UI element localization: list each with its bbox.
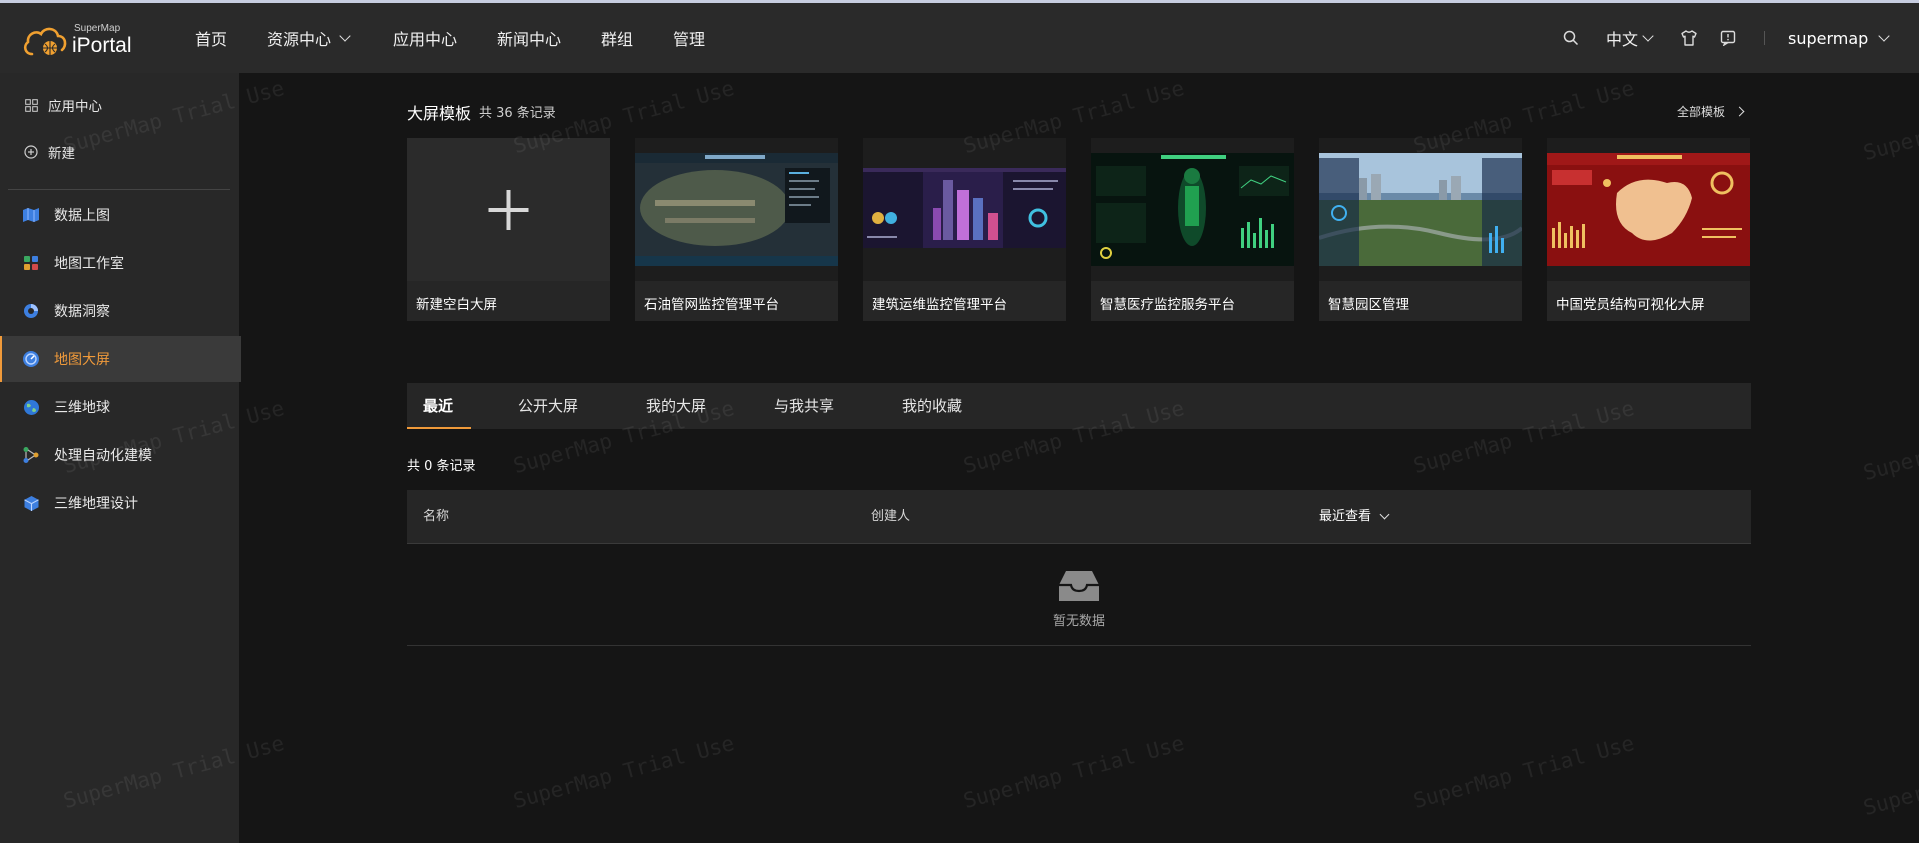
language-label: 中文 — [1606, 30, 1639, 49]
chevron-right-icon — [1734, 106, 1745, 117]
header-divider — [1764, 31, 1765, 45]
nav-app-center[interactable]: 应用中心 — [393, 26, 457, 50]
logo[interactable]: SuperMap iPortal — [22, 21, 142, 61]
sidebar: 应用中心 新建 数据上图 地图工作室 数据洞察 地图大屏 三维地球 处理自动化建… — [0, 73, 241, 843]
pie-chart-icon — [22, 302, 40, 320]
active-tab-indicator — [407, 427, 471, 429]
sidebar-item-label: 处理自动化建模 — [54, 448, 152, 464]
username-label: supermap — [1788, 28, 1869, 48]
sidebar-item-automation-modeling[interactable]: 处理自动化建模 — [0, 432, 239, 478]
main-content: 大屏模板 共 36 条记录 全部模板 新建空白大屏 石油管网监控管理平台 建筑运… — [239, 73, 1919, 843]
chevron-down-icon — [1878, 30, 1890, 42]
template-thumbnail — [863, 138, 1066, 281]
user-menu[interactable]: supermap — [1788, 3, 1890, 73]
nav-admin[interactable]: 管理 — [673, 26, 705, 50]
template-card-medical[interactable]: 智慧医疗监控服务平台 — [1091, 138, 1294, 321]
nav-resource-center[interactable]: 资源中心 — [267, 26, 351, 50]
tab-public-dashboards[interactable]: 公开大屏 — [518, 383, 578, 429]
brand-small-text: SuperMap — [74, 23, 121, 34]
nav-resource-center-label: 资源中心 — [267, 30, 332, 49]
tab-recent[interactable]: 最近 — [423, 383, 453, 429]
template-card-building-ops[interactable]: 建筑运维监控管理平台 — [863, 138, 1066, 321]
dashboard-icon — [22, 350, 40, 368]
workflow-icon — [22, 446, 40, 464]
cube-icon — [22, 494, 40, 512]
table-header: 名称 创建人 最近查看 — [407, 490, 1751, 544]
top-header: SuperMap iPortal 首页 资源中心 应用中心 新闻中心 群组 管理… — [0, 3, 1919, 73]
sidebar-item-data-insights[interactable]: 数据洞察 — [0, 288, 239, 334]
chevron-down-icon — [1379, 509, 1390, 520]
column-creator: 创建人 — [871, 509, 911, 524]
sidebar-item-3d-globe[interactable]: 三维地球 — [0, 384, 239, 430]
nav-groups[interactable]: 群组 — [601, 26, 633, 50]
feedback-icon[interactable] — [1720, 30, 1736, 46]
plus-icon — [488, 190, 529, 230]
all-templates-link[interactable]: 全部模板 — [1677, 103, 1745, 120]
cloud-logo-icon — [23, 27, 67, 56]
template-card-title: 建筑运维监控管理平台 — [872, 297, 1007, 313]
all-templates-label: 全部模板 — [1677, 105, 1726, 119]
sidebar-item-map-dashboard[interactable]: 地图大屏 — [0, 336, 241, 382]
sidebar-item-label: 数据洞察 — [54, 304, 110, 320]
chevron-down-icon — [339, 30, 351, 42]
plus-circle-icon — [24, 143, 38, 161]
sidebar-item-3d-geo-design[interactable]: 三维地理设计 — [0, 480, 239, 526]
template-thumbnail — [407, 138, 610, 281]
templates-count: 共 36 条记录 — [479, 106, 556, 121]
search-icon[interactable] — [1563, 30, 1579, 46]
studio-icon — [22, 254, 40, 272]
sidebar-divider — [8, 189, 230, 190]
column-name: 名称 — [423, 509, 450, 524]
column-recently-viewed-sort[interactable]: 最近查看 — [1319, 490, 1390, 543]
sidebar-item-label: 数据上图 — [54, 208, 110, 224]
sidebar-item-label: 应用中心 — [48, 99, 102, 115]
template-thumbnail — [635, 138, 838, 281]
template-card-smart-park[interactable]: 智慧园区管理 — [1319, 138, 1522, 321]
template-card-oil-pipeline[interactable]: 石油管网监控管理平台 — [635, 138, 838, 321]
template-card-new-blank[interactable]: 新建空白大屏 — [407, 138, 610, 321]
template-thumbnail — [1547, 138, 1750, 281]
globe-icon — [22, 398, 40, 416]
sidebar-item-data-mapping[interactable]: 数据上图 — [0, 192, 239, 238]
template-card-title: 中国党员结构可视化大屏 — [1556, 297, 1705, 313]
records-count: 共 0 条记录 — [407, 459, 476, 474]
tshirt-icon[interactable] — [1680, 30, 1698, 46]
brand-name: iPortal — [72, 34, 132, 57]
tab-my-favorites[interactable]: 我的收藏 — [902, 383, 962, 429]
sidebar-item-label: 地图工作室 — [54, 256, 124, 272]
templates-title: 大屏模板 — [407, 104, 472, 123]
template-thumbnail — [1091, 138, 1294, 281]
sidebar-item-app-center[interactable]: 应用中心 — [0, 87, 239, 123]
template-card-title: 石油管网监控管理平台 — [644, 297, 779, 313]
nav-news-center[interactable]: 新闻中心 — [497, 26, 561, 50]
template-thumbnail — [1319, 138, 1522, 281]
tab-shared-with-me[interactable]: 与我共享 — [774, 383, 834, 429]
map-icon — [22, 206, 40, 224]
empty-state: 暂无数据 — [407, 543, 1751, 646]
tab-bar: 最近 公开大屏 我的大屏 与我共享 我的收藏 — [407, 383, 1751, 429]
language-select[interactable]: 中文 — [1606, 3, 1654, 73]
empty-text: 暂无数据 — [1052, 614, 1105, 629]
grid-icon — [24, 96, 38, 114]
sidebar-item-label: 三维地理设计 — [54, 496, 138, 512]
template-card-title: 智慧医疗监控服务平台 — [1100, 297, 1235, 313]
nav-home[interactable]: 首页 — [195, 26, 227, 50]
chevron-down-icon — [1642, 30, 1654, 42]
tab-my-dashboards[interactable]: 我的大屏 — [646, 383, 706, 429]
sidebar-item-label: 新建 — [48, 146, 75, 162]
inbox-icon — [1059, 571, 1099, 601]
sidebar-item-map-studio[interactable]: 地图工作室 — [0, 240, 239, 286]
sidebar-item-new[interactable]: 新建 — [0, 134, 239, 170]
template-card-title: 新建空白大屏 — [416, 297, 497, 313]
template-card-party-structure[interactable]: 中国党员结构可视化大屏 — [1547, 138, 1750, 321]
template-card-title: 智慧园区管理 — [1328, 297, 1409, 313]
column-recently-viewed-label: 最近查看 — [1319, 509, 1372, 524]
sidebar-item-label: 三维地球 — [54, 400, 110, 416]
sidebar-item-label: 地图大屏 — [54, 352, 110, 368]
